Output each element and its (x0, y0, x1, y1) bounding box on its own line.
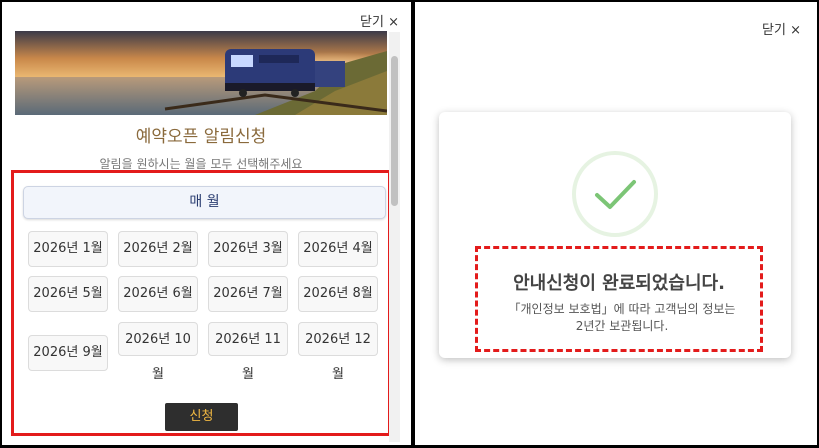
scrollbar[interactable] (389, 32, 400, 442)
month-button-2026-05[interactable]: 2026년 5월 (28, 276, 108, 312)
month-button-2026-06[interactable]: 2026년 6월 (118, 276, 198, 312)
month-selection-area: 매 월 2026년 1월 2026년 2월 2026년 3월 2026년 4월 … (11, 170, 391, 436)
month-button-2026-11[interactable]: 2026년 11 (208, 322, 288, 356)
month-button-2026-09[interactable]: 2026년 9월 (28, 335, 108, 371)
checkmark-icon (572, 151, 658, 237)
every-month-button[interactable]: 매 월 (23, 186, 386, 219)
message-highlight: 안내신청이 완료되었습니다. 「개인정보 보호법」에 따라 고객님의 정보는 2… (475, 246, 763, 352)
scrollbar-thumb[interactable] (391, 56, 398, 206)
month-button-2026-10[interactable]: 2026년 10 (118, 322, 198, 356)
month-button-2026-08[interactable]: 2026년 8월 (298, 276, 378, 312)
month-label-tail: 월 (152, 367, 164, 382)
month-button-2026-04[interactable]: 2026년 4월 (298, 231, 378, 267)
privacy-notice-line: 「개인정보 보호법」에 따라 고객님의 정보는 (508, 302, 736, 316)
close-button[interactable]: 닫기 × (762, 19, 801, 38)
month-button-2026-01[interactable]: 2026년 1월 (28, 231, 108, 267)
month-button-2026-02[interactable]: 2026년 2월 (118, 231, 198, 267)
completion-dialog: 안내신청이 완료되었습니다. 「개인정보 보호법」에 따라 고객님의 정보는 2… (439, 112, 791, 358)
banner-image (15, 31, 387, 115)
privacy-notice: 「개인정보 보호법」에 따라 고객님의 정보는 2년간 보관됩니다. (488, 301, 756, 335)
month-button-2026-03[interactable]: 2026년 3월 (208, 231, 288, 267)
completion-popup: 닫기 × 안내신청이 완료되었습니다. 「개인정보 보호법」에 따라 고객님의 … (415, 2, 817, 445)
month-button-2026-07[interactable]: 2026년 7월 (208, 276, 288, 312)
month-button-2026-12[interactable]: 2026년 12 (298, 322, 378, 356)
submit-button[interactable]: 신청 (165, 403, 238, 431)
completion-title: 안내신청이 완료되었습니다. (513, 273, 725, 294)
alarm-popup: 닫기 × 예약오픈 알림신청 알림을 원하시는 월을 모두 선택해주세요 매 월… (2, 2, 411, 445)
privacy-notice-line: 2년간 보관됩니다. (575, 319, 669, 333)
month-label-tail: 월 (242, 367, 254, 382)
close-button[interactable]: 닫기 × (360, 11, 399, 30)
month-label-tail: 월 (332, 367, 344, 382)
popup-title: 예약오픈 알림신청 (135, 127, 267, 147)
